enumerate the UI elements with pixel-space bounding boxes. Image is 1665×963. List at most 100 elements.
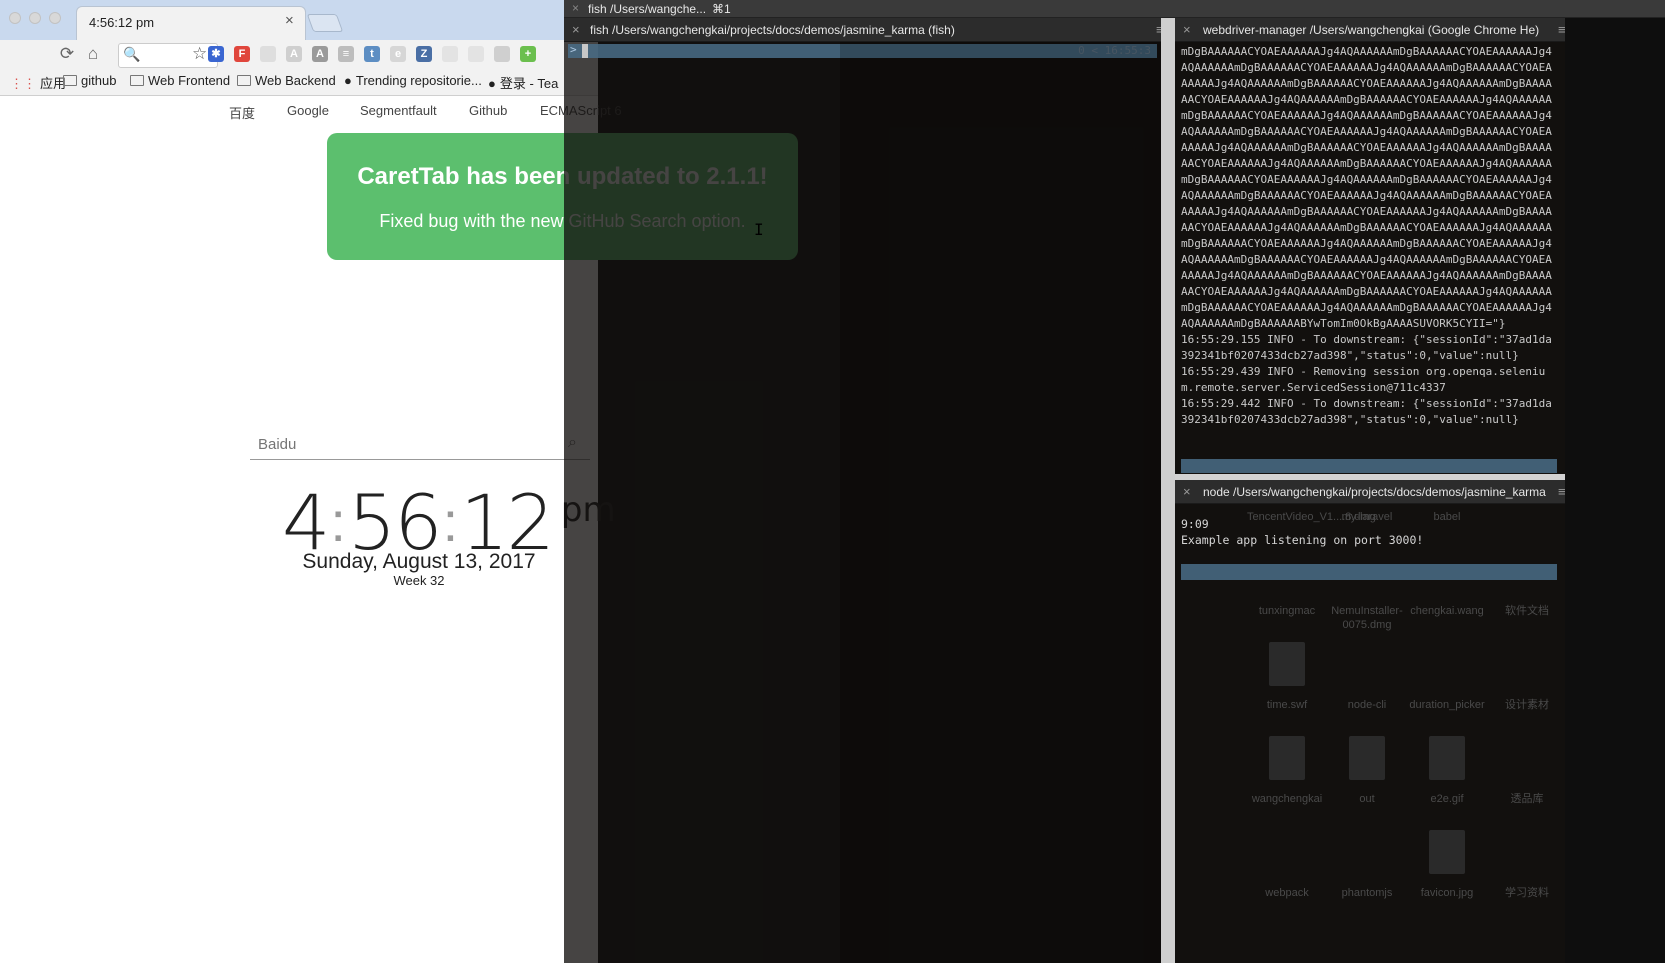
desktop-item: node-cli bbox=[1347, 699, 1387, 711]
file-icon bbox=[1349, 736, 1385, 780]
desktop-item: duration_picker bbox=[1409, 699, 1485, 711]
pane-menu-icon[interactable]: ≡ bbox=[1558, 484, 1566, 499]
home-folder-icon bbox=[1269, 736, 1305, 780]
fish-prompt: > bbox=[570, 43, 577, 56]
extension-pen-icon[interactable] bbox=[468, 46, 484, 62]
extension-y-icon[interactable] bbox=[260, 46, 276, 62]
bookmark-web-frontend[interactable]: Web Frontend bbox=[130, 73, 230, 88]
desktop-item: e2e.gif bbox=[1430, 793, 1464, 805]
desktop-item: TencentVideo_V1....8.dmg bbox=[1247, 511, 1376, 523]
webdriver-prompt-line bbox=[1181, 459, 1557, 473]
bookmark-label: 登录 - Tea bbox=[499, 76, 559, 91]
fish-pane[interactable]: × fish /Users/wangchengkai/projects/docs… bbox=[564, 18, 1164, 963]
reload-icon[interactable]: ⟳ bbox=[56, 44, 78, 64]
desktop-item: wangchengkai bbox=[1251, 793, 1323, 805]
extension-doc-icon[interactable]: ≡ bbox=[338, 46, 354, 62]
extension-z-icon[interactable]: Z bbox=[416, 46, 432, 62]
clock-colon: : bbox=[330, 490, 346, 553]
desktop-item: favicon.jpg bbox=[1420, 887, 1474, 899]
github-icon: ● bbox=[344, 73, 352, 88]
iterm-window: × fish /Users/wangche... ⌘1 × fish /User… bbox=[564, 0, 1665, 963]
apps-grid-icon: ⋮⋮ bbox=[10, 76, 36, 91]
github-extension-icon[interactable] bbox=[494, 46, 510, 62]
desktop-item: time.swf bbox=[1266, 699, 1308, 711]
desktop-item: 设计素材 bbox=[1505, 699, 1549, 711]
minimize-window-icon[interactable] bbox=[29, 12, 41, 24]
date-text: Sunday, August 13, 2017 bbox=[302, 550, 536, 573]
bookmark-label: Trending repositorie... bbox=[355, 73, 482, 88]
bookmark-web-backend[interactable]: Web Backend bbox=[237, 73, 336, 88]
node-pane[interactable]: × node /Users/wangchengkai/projects/docs… bbox=[1175, 474, 1566, 963]
tab-close-icon[interactable]: × bbox=[285, 12, 294, 29]
new-tab-button[interactable] bbox=[306, 14, 344, 32]
desktop-item: webpack bbox=[1265, 887, 1309, 899]
search-input[interactable] bbox=[258, 436, 558, 453]
tab-title: 4:56:12 pm bbox=[89, 15, 155, 30]
terminal-tab-shortcut: ⌘1 bbox=[712, 2, 731, 16]
nav-link-baidu[interactable]: 百度 bbox=[229, 103, 255, 122]
chrome-tab-strip: 4:56:12 pm × bbox=[0, 0, 598, 40]
desktop-item: 学习资料 bbox=[1505, 887, 1549, 899]
nav-link-github[interactable]: Github bbox=[469, 103, 507, 118]
close-pane-icon[interactable]: × bbox=[1183, 22, 1191, 37]
close-window-icon[interactable] bbox=[9, 12, 21, 24]
extension-fe-icon[interactable]: F bbox=[234, 46, 250, 62]
bookmarks-bar: ⋮⋮ 应用 github Web Frontend Web Backend ● Tr… bbox=[0, 70, 598, 94]
fish-pane-title: fish /Users/wangchengkai/projects/docs/d… bbox=[590, 23, 955, 37]
extension-green-icon[interactable]: + bbox=[520, 46, 536, 62]
pane-divider[interactable] bbox=[1161, 18, 1175, 963]
webdriver-pane-title: webdriver-manager /Users/wangchengkai (G… bbox=[1203, 23, 1540, 37]
browser-tab[interactable]: 4:56:12 pm × bbox=[76, 6, 306, 40]
terminal-tab-title[interactable]: fish /Users/wangche... bbox=[588, 2, 706, 16]
node-pane-header: × node /Users/wangchengkai/projects/docs… bbox=[1175, 480, 1566, 504]
extension-e-icon[interactable]: e bbox=[390, 46, 406, 62]
screen: 4:56:12 pm × ⟳ ⌂ 🔍 ☆ ✱ F A A ≡ t e Z + ⋮… bbox=[0, 0, 1665, 963]
dim-region bbox=[840, 42, 1161, 963]
folder-icon bbox=[237, 75, 251, 86]
node-pane-title: node /Users/wangchengkai/projects/docs/d… bbox=[1203, 485, 1546, 499]
file-icon bbox=[1269, 642, 1305, 686]
terminal-cursor bbox=[582, 44, 588, 58]
extension-zoom-icon[interactable] bbox=[442, 46, 458, 62]
terminal-tab-bar: × fish /Users/wangche... ⌘1 bbox=[564, 0, 1665, 18]
desktop-item: babel bbox=[1433, 511, 1461, 523]
desktop-item: tunxingmac bbox=[1258, 605, 1316, 617]
extension-baidu-icon[interactable]: ✱ bbox=[208, 46, 224, 62]
extension-a-icon[interactable]: A bbox=[286, 46, 302, 62]
bookmark-label: github bbox=[81, 73, 117, 88]
bookmark-apps[interactable]: ⋮⋮ 应用 bbox=[10, 73, 66, 92]
desktop-item: phantomjs bbox=[1341, 887, 1393, 899]
bookmark-trending[interactable]: ● Trending repositorie... bbox=[344, 73, 482, 88]
nav-link-segmentfault[interactable]: Segmentfault bbox=[360, 103, 437, 118]
tab-close-icon[interactable]: × bbox=[572, 1, 579, 15]
bookmark-github[interactable]: github bbox=[63, 73, 116, 88]
twitter-icon[interactable]: t bbox=[364, 46, 380, 62]
zoom-window-icon[interactable] bbox=[49, 12, 61, 24]
search-bar[interactable]: ⌕ bbox=[250, 428, 590, 460]
webdriver-output: mDgBAAAAAACYOAEAAAAAAJg4AQAAAAAAmDgBAAAA… bbox=[1181, 45, 1552, 426]
t-icon: ● bbox=[488, 76, 496, 91]
close-pane-icon[interactable]: × bbox=[1183, 484, 1191, 499]
close-pane-icon[interactable]: × bbox=[572, 22, 580, 37]
extension-a-dark-icon[interactable]: A bbox=[312, 46, 328, 62]
fish-pane-header: × fish /Users/wangchengkai/projects/docs… bbox=[564, 18, 1164, 42]
clock-colon: : bbox=[442, 490, 459, 553]
image-file-icon bbox=[1429, 830, 1465, 874]
pane-menu-icon[interactable]: ≡ bbox=[1558, 22, 1566, 37]
desktop-item: chengkai.wang bbox=[1410, 605, 1484, 617]
desktop-item: my-laravel bbox=[1341, 511, 1393, 523]
webdriver-pane-header: × webdriver-manager /Users/wangchengkai … bbox=[1175, 18, 1566, 42]
search-icon: 🔍 bbox=[123, 46, 141, 62]
week-text: Week 32 bbox=[393, 573, 445, 588]
gif-file-icon bbox=[1429, 736, 1465, 780]
i-beam-cursor-icon: I bbox=[754, 220, 764, 239]
home-icon[interactable]: ⌂ bbox=[82, 44, 104, 64]
folder-icon bbox=[63, 75, 77, 86]
nav-link-google[interactable]: Google bbox=[287, 103, 329, 118]
bookmark-teambition[interactable]: ● 登录 - Tea bbox=[488, 73, 558, 92]
bookmark-label: Web Backend bbox=[255, 73, 336, 88]
node-prompt-line bbox=[1181, 564, 1557, 580]
webdriver-pane[interactable]: × webdriver-manager /Users/wangchengkai … bbox=[1175, 18, 1566, 474]
desktop-item: 透品库 bbox=[1510, 793, 1544, 805]
bookmark-star-icon[interactable]: ☆ bbox=[192, 44, 207, 64]
